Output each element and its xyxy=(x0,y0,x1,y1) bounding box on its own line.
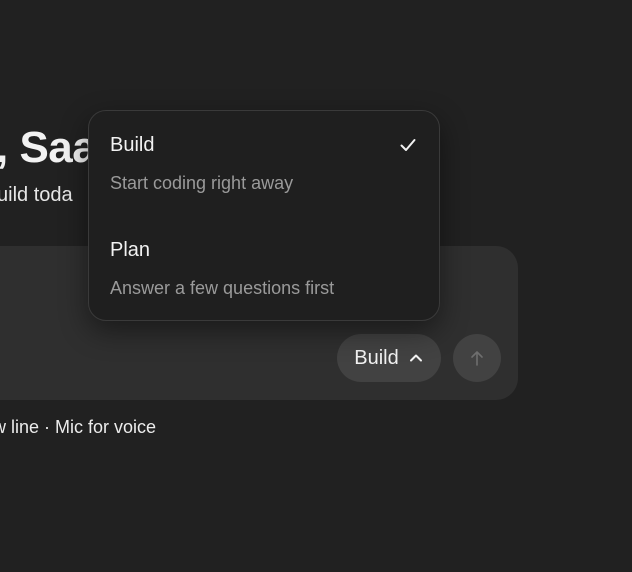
mode-select-label: Build xyxy=(354,346,399,369)
send-button[interactable] xyxy=(453,334,501,382)
mode-select-button[interactable]: Build xyxy=(337,334,441,382)
app-page: , Saa uild toda Build w line · Mic for v… xyxy=(0,0,632,572)
menu-option-title: Build xyxy=(110,134,155,156)
menu-option-plan[interactable]: Plan Answer a few questions first xyxy=(89,216,439,320)
menu-option-description: Answer a few questions first xyxy=(110,278,335,298)
check-icon xyxy=(400,139,416,151)
menu-option-title: Plan xyxy=(110,239,151,261)
chevron-up-icon xyxy=(409,354,422,362)
mode-dropdown-menu: Build Start coding right away Plan Answe… xyxy=(88,110,440,321)
greeting-subtitle: uild toda xyxy=(0,184,73,206)
arrow-up-icon xyxy=(471,351,483,366)
composer-hint: w line · Mic for voice xyxy=(0,417,157,437)
greeting-title: , Saa xyxy=(0,123,97,172)
menu-option-build[interactable]: Build Start coding right away xyxy=(89,111,439,215)
menu-option-description: Start coding right away xyxy=(110,173,294,193)
